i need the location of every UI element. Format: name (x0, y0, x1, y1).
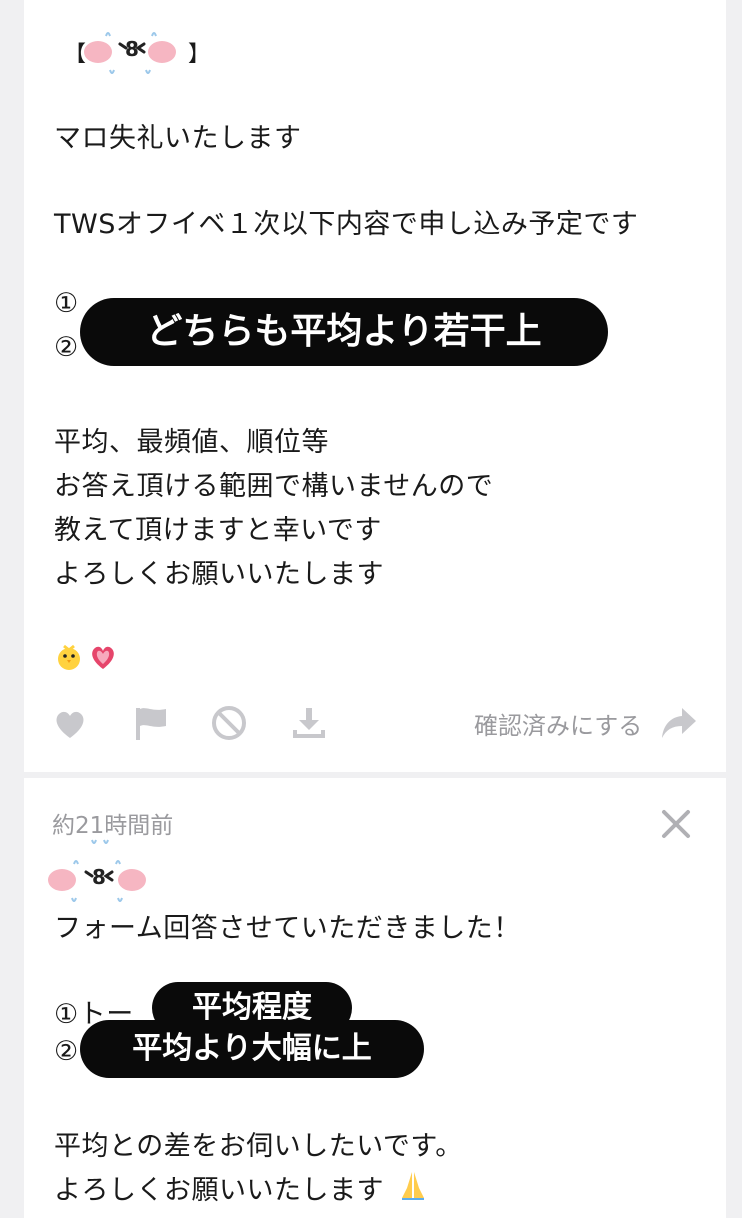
message-line: よろしくお願いいたします (54, 559, 384, 590)
message-card-1: 【 8 】 マロ失礼いたします TWSオフイベ１次以下内容で申し込み予定です ①… (24, 0, 726, 772)
close-icon[interactable] (660, 808, 692, 840)
kaomoji-header-1: 【 8 】 (64, 18, 210, 78)
message-line: ② (54, 332, 79, 363)
overlay-caption: どちらも平均より若干上 (80, 298, 608, 366)
message-line: よろしくお願いいたします (54, 1175, 384, 1206)
confirm-label[interactable]: 確認済みにする (474, 706, 642, 741)
svg-text:8: 8 (92, 865, 106, 889)
message-line: TWSオフイベ１次以下内容で申し込み予定です (54, 209, 639, 240)
message-line: ① (54, 288, 79, 319)
message-line: 教えて頂けますと幸いです (54, 515, 382, 546)
share-icon[interactable] (660, 706, 698, 740)
flag-icon[interactable] (134, 706, 168, 742)
pray-emoji-icon (402, 1172, 424, 1200)
timestamp: 約21時間前 (52, 813, 174, 839)
block-icon[interactable] (210, 704, 248, 742)
message-line: お答え頂ける範囲で構いませんので (54, 471, 494, 502)
message-line: フォーム回答させていただきました！ (54, 913, 521, 944)
message-card-2: 約21時間前 8 フォーム回答させていただきました！ ①トー ② 平均程度 平均… (24, 778, 726, 1218)
svg-text:8: 8 (125, 37, 139, 61)
heart-icon[interactable] (52, 708, 88, 740)
chick-emoji-icon (58, 644, 80, 670)
kaomoji-face-icon: 8 (84, 32, 176, 74)
message-line: 平均との差をお伺いしたいです。 (54, 1131, 463, 1162)
message-line: マロ失礼いたします (54, 123, 302, 154)
overlay-caption-bottom: 平均より大幅に上 (80, 1020, 424, 1078)
kaomoji-face-icon: 8 (48, 839, 146, 902)
message-line: ② (54, 1036, 79, 1067)
download-icon[interactable] (290, 704, 328, 742)
message-line: 平均、最頻値、順位等 (54, 427, 329, 458)
heart-emoji-icon (92, 646, 114, 669)
bracket-close: 】 (188, 42, 211, 67)
